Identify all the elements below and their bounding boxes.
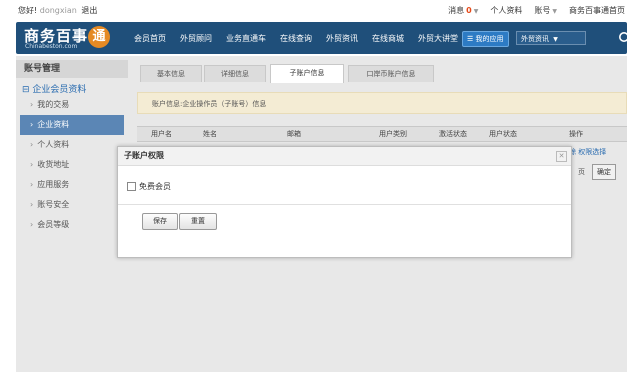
col-name: 姓名 xyxy=(203,130,217,138)
nav-trade-lecture[interactable]: 外贸大讲堂 xyxy=(418,33,458,44)
tab-basic-info[interactable]: 基本信息 xyxy=(140,65,202,82)
table-header: 用户名 姓名 邮箱 用户类别 激活状态 用户状态 操作 xyxy=(137,126,627,142)
free-member-checkbox[interactable]: 免费会员 xyxy=(127,181,171,192)
logout-link[interactable]: 退出 xyxy=(81,6,97,15)
home-link[interactable]: 商务百事通首页 xyxy=(569,5,625,16)
chevron-right-icon: › xyxy=(30,160,34,169)
tab-sub-account-info[interactable]: 子账户信息 xyxy=(270,64,344,83)
logo-seal-icon: 通 xyxy=(88,26,110,48)
messages-link[interactable]: 消息 0 ▼ xyxy=(448,5,478,16)
chevron-right-icon: › xyxy=(30,140,34,149)
nav-online-mall[interactable]: 在线商城 xyxy=(372,33,404,44)
sidebar-item-security[interactable]: › 账号安全 xyxy=(16,195,128,215)
sidebar-item-personal-info[interactable]: › 个人资料 xyxy=(16,135,128,155)
col-user-type: 用户类别 xyxy=(379,130,407,138)
chevron-right-icon: › xyxy=(30,180,34,189)
confirm-button[interactable]: 确定 xyxy=(592,164,616,180)
nav-trade-news[interactable]: 外贸资讯 xyxy=(326,33,358,44)
dialog-title: 子账户权限 xyxy=(118,147,571,166)
sub-account-permission-dialog: 子账户权限 ✕ 免费会员 保存 重置 xyxy=(117,146,572,258)
sidebar-item-label: 我的交易 xyxy=(37,100,70,109)
nav-trade-advisor[interactable]: 外贸顾问 xyxy=(180,33,212,44)
sidebar-item-label: 收货地址 xyxy=(37,160,70,169)
sidebar: 账号管理 ⊟ 企业会员资料 › 我的交易 › 企业资料 › 个人资料 › 收货地址 › 应… xyxy=(16,60,128,235)
apps-icon: ☰ xyxy=(467,35,474,43)
main-nav: 会员首页 外贸顾问 业务直通车 在线查询 外贸资讯 在线商城 外贸大讲堂 xyxy=(134,22,472,54)
greeting-text: 您好! xyxy=(18,6,38,15)
top-bar: 您好! dongxian 退出 消息 0 ▼ 个人资料 账号 ▼ 商务百事通首页 xyxy=(0,0,641,20)
sidebar-item-label: 会员等级 xyxy=(37,220,70,229)
dialog-divider xyxy=(118,204,571,205)
messages-count: 0 xyxy=(466,6,472,15)
chevron-down-icon: ▼ xyxy=(552,8,557,15)
site-logo[interactable]: 商务百事 Chinabeston.com 通 xyxy=(24,25,110,51)
search-category-select[interactable]: 外贸资讯 ▼ xyxy=(516,31,586,45)
chevron-right-icon: › xyxy=(30,200,34,209)
tab-port-currency[interactable]: 口岸币账户信息 xyxy=(348,65,434,82)
col-email: 邮箱 xyxy=(287,130,301,138)
nav-business-express[interactable]: 业务直通车 xyxy=(226,33,266,44)
permission-link[interactable]: 除 权限选择 xyxy=(569,147,606,157)
sidebar-title: 账号管理 xyxy=(16,60,128,78)
chevron-right-icon: › xyxy=(30,220,34,229)
tab-detail-info[interactable]: 详细信息 xyxy=(204,65,266,82)
search-icon[interactable] xyxy=(618,31,632,45)
chevron-right-icon: › xyxy=(30,100,34,109)
expand-icon: ⊟ xyxy=(22,85,30,95)
col-activation: 激活状态 xyxy=(439,130,467,138)
account-info-banner: 账户信息:企业操作员（子账号）信息 xyxy=(137,92,627,114)
my-apps-button[interactable]: ☰ 我的应用 xyxy=(462,31,509,47)
nav-member-home[interactable]: 会员首页 xyxy=(134,33,166,44)
reset-button[interactable]: 重置 xyxy=(179,213,217,230)
username: dongxian xyxy=(39,6,77,15)
account-menu[interactable]: 账号 ▼ xyxy=(534,5,557,16)
logo-domain: Chinabeston.com xyxy=(25,43,78,50)
page-label: 页 xyxy=(578,168,585,176)
profile-link[interactable]: 个人资料 xyxy=(490,5,522,16)
col-username: 用户名 xyxy=(151,130,172,138)
sidebar-item-my-trades[interactable]: › 我的交易 xyxy=(16,95,128,115)
checkbox-label: 免费会员 xyxy=(139,182,171,191)
sidebar-item-label: 个人资料 xyxy=(37,140,70,149)
sidebar-item-member-level[interactable]: › 会员等级 xyxy=(16,215,128,235)
col-user-status: 用户状态 xyxy=(489,130,517,138)
messages-label: 消息 xyxy=(448,6,465,15)
sidebar-item-company-info[interactable]: › 企业资料 xyxy=(20,115,124,135)
sidebar-item-label: 应用服务 xyxy=(37,180,70,189)
sidebar-item-address[interactable]: › 收货地址 xyxy=(16,155,128,175)
greeting: 您好! dongxian 退出 xyxy=(18,5,97,16)
chevron-down-icon: ▼ xyxy=(473,8,479,15)
col-actions: 操作 xyxy=(569,130,583,138)
save-button[interactable]: 保存 xyxy=(142,213,178,230)
search-category-value: 外贸资讯 xyxy=(521,35,549,43)
my-apps-label: 我的应用 xyxy=(475,35,504,43)
account-label: 账号 xyxy=(534,6,551,15)
sidebar-item-services[interactable]: › 应用服务 xyxy=(16,175,128,195)
sidebar-item-label: 账号安全 xyxy=(37,200,70,209)
sidebar-group-label: 企业会员资料 xyxy=(32,85,87,95)
sidebar-group[interactable]: ⊟ 企业会员资料 xyxy=(16,82,128,95)
nav-online-query[interactable]: 在线查询 xyxy=(280,33,312,44)
checkbox-box[interactable] xyxy=(127,182,136,191)
main-header: 商务百事 Chinabeston.com 通 会员首页 外贸顾问 业务直通车 在… xyxy=(16,22,632,54)
close-icon[interactable]: ✕ xyxy=(556,151,567,162)
chevron-down-icon: ▼ xyxy=(553,36,558,43)
chevron-right-icon: › xyxy=(30,120,34,129)
sidebar-item-label: 企业资料 xyxy=(37,120,70,129)
